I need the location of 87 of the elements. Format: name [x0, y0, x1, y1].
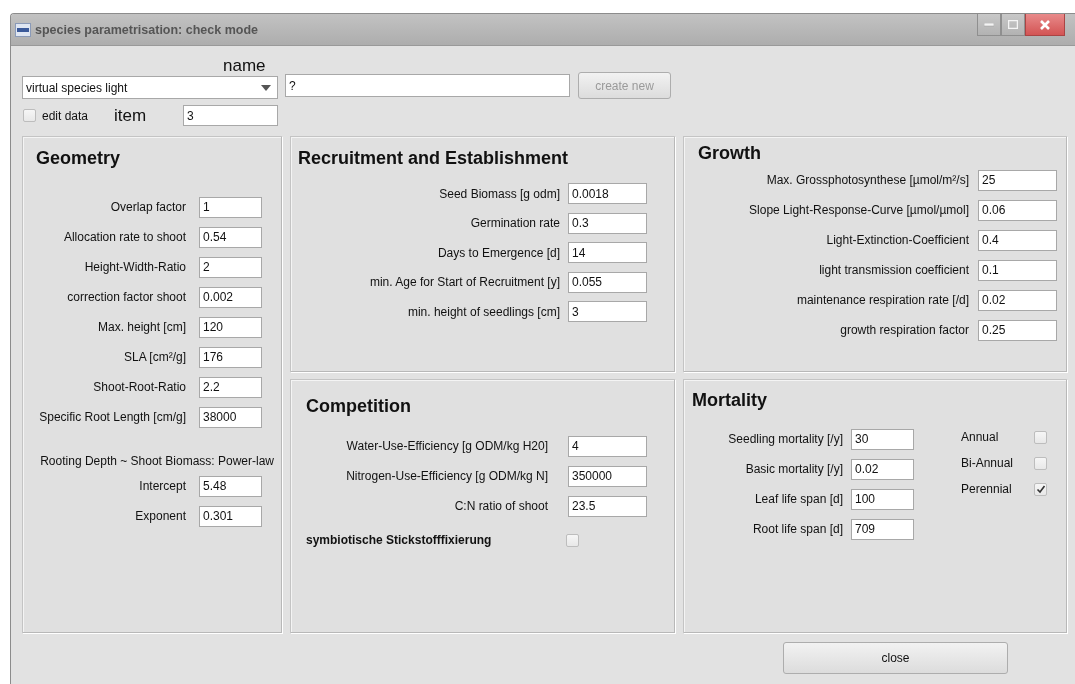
field-label: Intercept — [139, 479, 186, 493]
input-field[interactable]: 0.002 — [199, 286, 262, 308]
field-label: Shoot-Root-Ratio — [93, 380, 186, 394]
window-title: species parametrisation: check mode — [35, 22, 258, 37]
field-label: Root life span [d] — [752, 522, 843, 536]
field-label: Allocation rate to shoot — [63, 230, 186, 244]
maximize-button[interactable] — [1001, 14, 1025, 36]
caret-icon — [261, 84, 271, 91]
field-label: Max. Grossphotosynthese [µmol/m²/s] — [766, 173, 969, 187]
section-title: Mortality — [692, 389, 768, 411]
checkbox[interactable] — [1034, 456, 1047, 470]
checkbox-label: Perennial — [961, 482, 1012, 496]
field-label: light transmission coefficient — [819, 263, 969, 277]
input-field[interactable]: 25 — [978, 169, 1057, 191]
close-dialog-button[interactable]: close — [783, 642, 1008, 674]
input-field[interactable]: 2 — [199, 256, 262, 278]
input-field[interactable]: 1 — [199, 196, 262, 218]
field-label: growth respiration factor — [840, 323, 969, 337]
field-label: SLA [cm²/g] — [123, 350, 186, 364]
option-label: symbiotische Stickstofffixierung — [306, 533, 493, 547]
close-icon — [1039, 19, 1051, 30]
input-field[interactable]: 0.301 — [199, 505, 262, 527]
input-field[interactable]: 709 — [851, 518, 914, 540]
field-label: maintenance respiration rate [/d] — [796, 293, 969, 307]
field-label: Light-Extinction-Coefficient — [826, 233, 969, 247]
minimize-icon — [984, 22, 994, 27]
field-label: Leaf life span [d] — [754, 492, 843, 506]
field-label: Water-Use-Efficiency [g ODM/kg H20] — [346, 439, 548, 453]
field-label: Max. height [cm] — [97, 320, 186, 334]
input-field[interactable]: 350000 — [568, 465, 647, 487]
field-label: Nitrogen-Use-Efficiency [g ODM/kg N] — [346, 469, 548, 483]
checkbox-label: edit data — [42, 108, 89, 123]
checkbox-label: Bi-Annual — [961, 456, 1014, 470]
name-label: name — [223, 56, 266, 76]
section-title: Geometry — [36, 147, 122, 169]
field-label: Slope Light-Response-Curve [µmol/µmol] — [749, 203, 969, 217]
input-field[interactable]: 0.0018 — [568, 183, 647, 205]
input-field[interactable]: 0.055 — [568, 271, 647, 293]
section-title: Recruitment and Establishment — [298, 147, 570, 169]
input-field[interactable]: 0.02 — [851, 458, 914, 480]
maximize-icon — [1008, 20, 1018, 29]
checkbox[interactable] — [1034, 482, 1047, 496]
field-label: correction factor shoot — [67, 290, 186, 304]
section-title: Competition — [306, 395, 412, 417]
input-field[interactable]: 3 — [568, 301, 647, 323]
field-label: min. Age for Start of Recruitment [y] — [369, 275, 560, 290]
minimize-button[interactable] — [977, 14, 1001, 36]
input-field[interactable]: 100 — [851, 488, 914, 510]
checkbox[interactable] — [566, 533, 579, 547]
input-field[interactable]: 0.25 — [978, 319, 1057, 341]
input-field[interactable]: 0.06 — [978, 199, 1057, 221]
name-field[interactable]: ? — [285, 74, 570, 97]
field-label: Days to Emergence [d] — [437, 245, 560, 260]
input-field[interactable]: 0.1 — [978, 259, 1057, 281]
app-icon — [15, 22, 31, 37]
item-label: item — [114, 105, 147, 126]
section-title: Growth — [698, 142, 762, 164]
field-label: Germination rate — [470, 216, 560, 231]
item-field[interactable]: 3 — [183, 105, 278, 126]
input-field[interactable]: 38000 — [199, 406, 262, 428]
input-field[interactable]: 5.48 — [199, 475, 262, 497]
input-field[interactable]: 23.5 — [568, 495, 647, 517]
field-label: Specific Root Length [cm/g] — [39, 410, 186, 424]
input-field[interactable]: 0.02 — [978, 289, 1057, 311]
close-button[interactable] — [1025, 14, 1065, 36]
field-label: min. height of seedlings [cm] — [407, 304, 560, 319]
input-field[interactable]: 0.3 — [568, 212, 647, 234]
checkbox[interactable] — [23, 109, 36, 122]
input-field[interactable]: 14 — [568, 242, 647, 264]
section-caption: Rooting Depth ~ Shoot Biomass: Power-law — [40, 454, 274, 468]
field-label: C:N ratio of shoot — [454, 499, 548, 513]
field-label: Exponent — [135, 509, 186, 523]
checkbox-label: Annual — [961, 430, 999, 444]
input-field[interactable]: 30 — [851, 428, 914, 450]
species-dropdown[interactable]: virtual species light — [22, 76, 278, 99]
field-label: Height-Width-Ratio — [84, 260, 186, 274]
input-field[interactable]: 176 — [199, 346, 262, 368]
field-label: Seedling mortality [/y] — [728, 432, 843, 446]
field-label: Seed Biomass [g odm] — [439, 186, 560, 201]
input-field[interactable]: 0.4 — [978, 229, 1057, 251]
input-field[interactable]: 4 — [568, 435, 647, 457]
input-field[interactable]: 120 — [199, 316, 262, 338]
field-label: Basic mortality [/y] — [745, 462, 843, 476]
checkbox[interactable] — [1034, 430, 1047, 444]
input-field[interactable]: 0.54 — [199, 226, 262, 248]
field-label: Overlap factor — [110, 200, 186, 214]
input-field[interactable]: 2.2 — [199, 376, 262, 398]
